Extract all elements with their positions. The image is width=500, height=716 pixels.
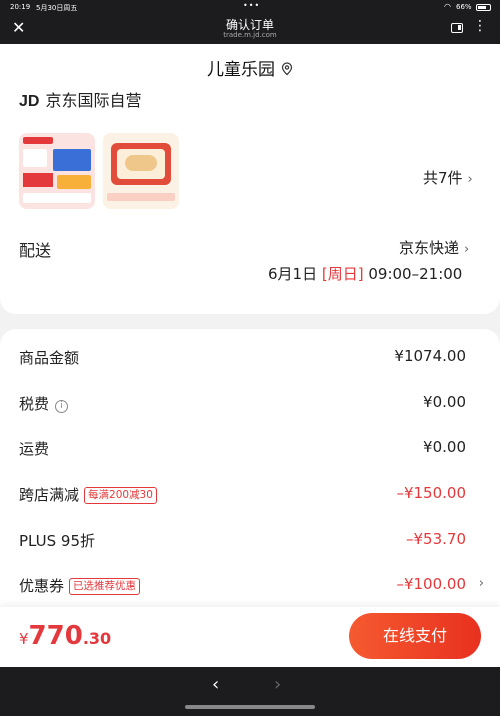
coupon-row[interactable]: 优惠券 已选推荐优惠 –¥100.00 › [0, 570, 500, 600]
jd-logo: JD [19, 93, 40, 110]
page-url: trade.m.jd.com [223, 31, 277, 39]
delivery-date: 6月1日 [268, 265, 318, 283]
checkout-bar: ¥770.30 在线支付 [0, 607, 500, 667]
battery-percent: 66% [456, 3, 472, 11]
price-summary-card: 商品金额 ¥1074.00 税费 i ¥0.00 运费 ¥0.00 跨店满减 每满2… [0, 329, 500, 619]
status-date: 5月30日周五 [36, 4, 78, 12]
summary-label: 跨店满减 [19, 486, 80, 504]
status-time: 20:19 [10, 3, 31, 11]
battery-icon [476, 4, 491, 11]
back-icon[interactable]: ‹ [212, 674, 219, 695]
summary-value: –¥100.00 [396, 575, 466, 593]
summary-label: 税费 [19, 395, 50, 413]
item-count-label: 共7件 [423, 169, 463, 187]
chevron-right-icon: › [478, 576, 484, 591]
multitask-dots[interactable]: ••• [243, 1, 260, 10]
chevron-right-icon: › [467, 172, 473, 187]
tabs-icon[interactable] [451, 23, 463, 33]
total-decimal: .30 [82, 629, 112, 648]
summary-row: 跨店满减 每满200减30 –¥150.00 [0, 479, 500, 509]
store-title[interactable]: 儿童乐园 [0, 55, 500, 80]
shipping-method-label: 京东快递 [399, 239, 460, 257]
total-integer: 770 [28, 621, 83, 651]
item-count[interactable]: 共7件 › [423, 167, 473, 188]
more-menu-icon[interactable]: ⋮ [473, 18, 488, 34]
summary-value: ¥1074.00 [394, 347, 466, 365]
pay-online-button[interactable]: 在线支付 [349, 613, 481, 659]
info-icon[interactable]: i [55, 400, 69, 413]
home-indicator[interactable] [185, 705, 315, 709]
summary-value: –¥53.70 [406, 530, 466, 548]
shipping-label: 配送 [19, 241, 52, 260]
summary-value-wrap: –¥100.00 › [396, 575, 484, 593]
summary-row: 运费 ¥0.00 [0, 433, 500, 463]
product-thumbnail[interactable] [19, 133, 95, 209]
currency-symbol: ¥ [19, 630, 29, 648]
summary-value: ¥0.00 [423, 393, 466, 411]
delivery-window: 09:00–21:00 [368, 265, 463, 283]
delivery-weekday: [周日] [321, 265, 364, 283]
total-price: ¥770.30 [19, 621, 111, 651]
chevron-right-icon: › [464, 242, 470, 257]
summary-label: 运费 [19, 440, 50, 458]
delivery-time[interactable]: 6月1日 [周日] 09:00–21:00 [268, 263, 462, 284]
product-thumbnail[interactable] [103, 133, 179, 209]
summary-label-wrap: 优惠券 已选推荐优惠 [19, 575, 141, 596]
seller-name: 京东国际自营 [45, 91, 142, 110]
summary-row: PLUS 95折 –¥53.70 [0, 525, 500, 555]
location-pin-icon [281, 62, 293, 76]
shipping-method[interactable]: 京东快递 › [399, 237, 469, 258]
browser-header: ✕ 确认订单 trade.m.jd.com ⋮ [0, 14, 500, 44]
status-bar: 20:19 5月30日周五 ••• ◠ 66% [0, 0, 500, 14]
summary-value: –¥150.00 [396, 484, 466, 502]
summary-row: 商品金额 ¥1074.00 [0, 342, 500, 372]
coupon-tag: 已选推荐优惠 [69, 578, 141, 595]
summary-label-wrap: 税费 i [19, 393, 69, 414]
summary-label: PLUS 95折 [19, 532, 96, 550]
summary-label-wrap: 跨店满减 每满200减30 [19, 484, 157, 505]
wifi-icon: ◠ [444, 2, 451, 11]
store-name: 儿童乐园 [207, 60, 275, 80]
browser-bottom-nav: ‹ › [0, 667, 500, 716]
summary-value: ¥0.00 [423, 438, 466, 456]
summary-row: 税费 i ¥0.00 [0, 388, 500, 418]
order-card: JD 京东国际自营 共7件 › 配送 京东快递 › 6月1日 [周日] 09:00–2… [0, 80, 500, 314]
forward-icon[interactable]: › [274, 674, 281, 695]
seller-row: JD 京东国际自营 [19, 87, 141, 111]
summary-label: 商品金额 [19, 349, 80, 367]
promo-tag: 每满200减30 [84, 487, 157, 504]
summary-label: 优惠券 [19, 577, 65, 595]
